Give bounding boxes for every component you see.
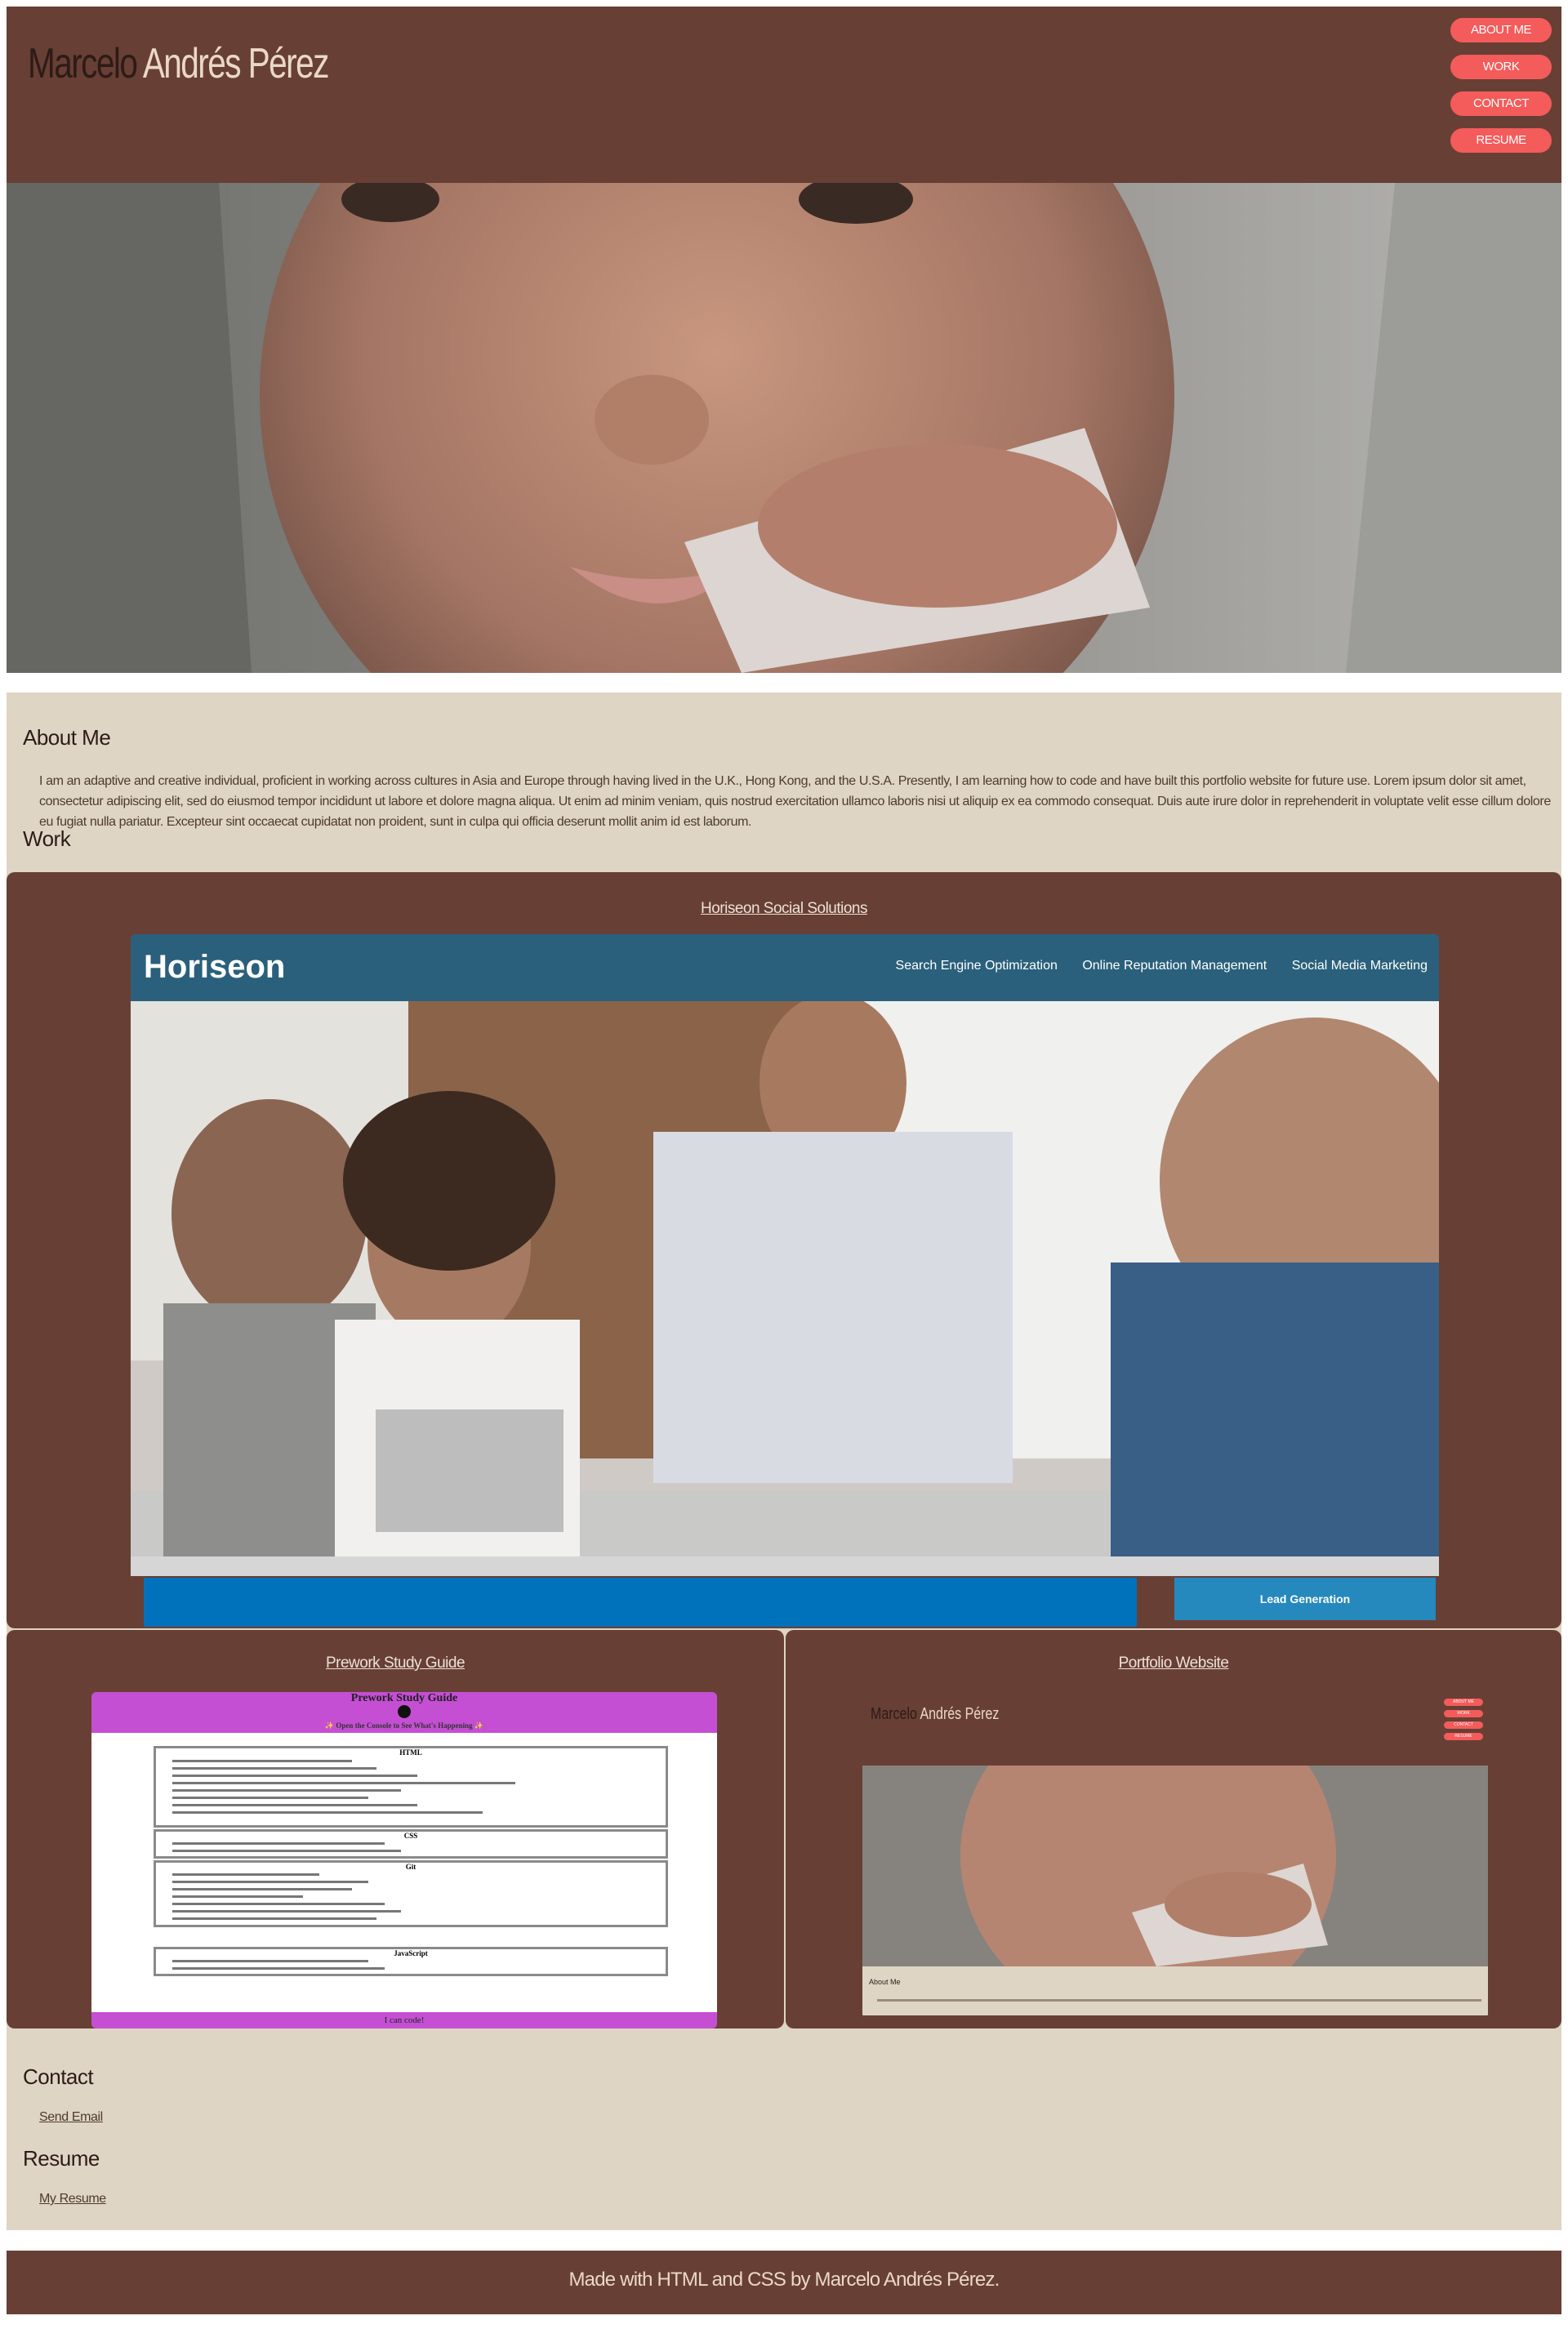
project-link-prework[interactable]: Prework Study Guide <box>7 1654 784 1672</box>
nav-contact[interactable]: CONTACT <box>1450 91 1552 116</box>
contact-title: Contact <box>23 2064 94 2089</box>
prework-screenshot: Prework Study Guide ✨ Open the Console t… <box>91 1692 717 2028</box>
prework-section-javascript: JavaScript <box>154 1947 668 1976</box>
footer-text: Made with HTML and CSS by Marcelo Andrés… <box>568 2269 1000 2291</box>
site-logo: Marcelo Andrés Pérez <box>28 39 330 88</box>
nav-about-me[interactable]: ABOUT ME <box>1450 18 1552 42</box>
project-card-portfolio: Portfolio Website Marcelo Andrés Pérez A… <box>786 1630 1561 2028</box>
project-link-horiseon[interactable]: Horiseon Social Solutions <box>7 900 1561 918</box>
prework-footer: I can code! <box>91 2012 717 2028</box>
portfolio-mini-about-title: About Me <box>869 1978 901 1986</box>
hero-photo <box>7 183 1561 673</box>
horiseon-hero-image <box>131 993 1439 1556</box>
about-text: I am an adaptive and creative individual… <box>39 774 1551 829</box>
portfolio-mini-hero <box>862 1766 1488 1966</box>
horiseon-nav-social: Social Media Marketing <box>1291 959 1428 973</box>
site-header: Marcelo Andrés Pérez ABOUT ME WORK CONTA… <box>7 7 1561 183</box>
project-link-portfolio[interactable]: Portfolio Website <box>786 1654 1561 1672</box>
about-title: About Me <box>23 725 111 750</box>
resume-link[interactable]: My Resume <box>39 2192 106 2207</box>
project-card-horiseon: Horiseon Social Solutions Horiseon Searc… <box>7 872 1561 1628</box>
prework-section-html: HTML <box>154 1746 668 1828</box>
main-nav: ABOUT ME WORK CONTACT RESUME <box>1450 18 1552 165</box>
logo-first-name: Marcelo <box>28 40 138 87</box>
prework-heading: Prework Study Guide <box>350 1692 458 1704</box>
portfolio-mini-logo: Marcelo Andrés Pérez <box>871 1705 1000 1723</box>
site-footer: Made with HTML and CSS by Marcelo Andrés… <box>7 2251 1561 2314</box>
prework-section-git: Git <box>154 1860 668 1927</box>
nav-work[interactable]: WORK <box>1450 55 1552 79</box>
work-title: Work <box>23 826 71 851</box>
project-card-prework: Prework Study Guide Prework Study Guide … <box>7 1630 784 2028</box>
horiseon-nav-bar: Horiseon Search Engine Optimization Onli… <box>131 934 1439 1001</box>
horiseon-nav: Search Engine Optimization Online Reputa… <box>875 959 1428 973</box>
logo-last-name: Andrés Pérez <box>142 40 330 87</box>
nav-resume[interactable]: RESUME <box>1450 128 1552 153</box>
prework-section-css: CSS <box>154 1829 668 1859</box>
horiseon-nav-seo: Search Engine Optimization <box>895 959 1058 973</box>
portfolio-screenshot: Marcelo Andrés Pérez ABOUT ME WORK CONTA… <box>862 1692 1488 2019</box>
resume-title: Resume <box>23 2146 100 2171</box>
prework-console-hint: ✨ Open the Console to See What's Happeni… <box>324 1721 484 1730</box>
horiseon-blue-banner <box>144 1578 1137 1627</box>
github-icon <box>398 1705 411 1718</box>
portfolio-mini-nav: ABOUT ME WORK CONTACT RESUME <box>1444 1699 1483 1744</box>
horiseon-logo: Horiseon <box>144 949 286 985</box>
horiseon-nav-reputation: Online Reputation Management <box>1082 959 1267 973</box>
send-email-link[interactable]: Send Email <box>39 2110 103 2125</box>
horiseon-screenshot: Horiseon Search Engine Optimization Onli… <box>131 934 1439 1630</box>
horiseon-lead-generation: Lead Generation <box>1174 1578 1436 1620</box>
